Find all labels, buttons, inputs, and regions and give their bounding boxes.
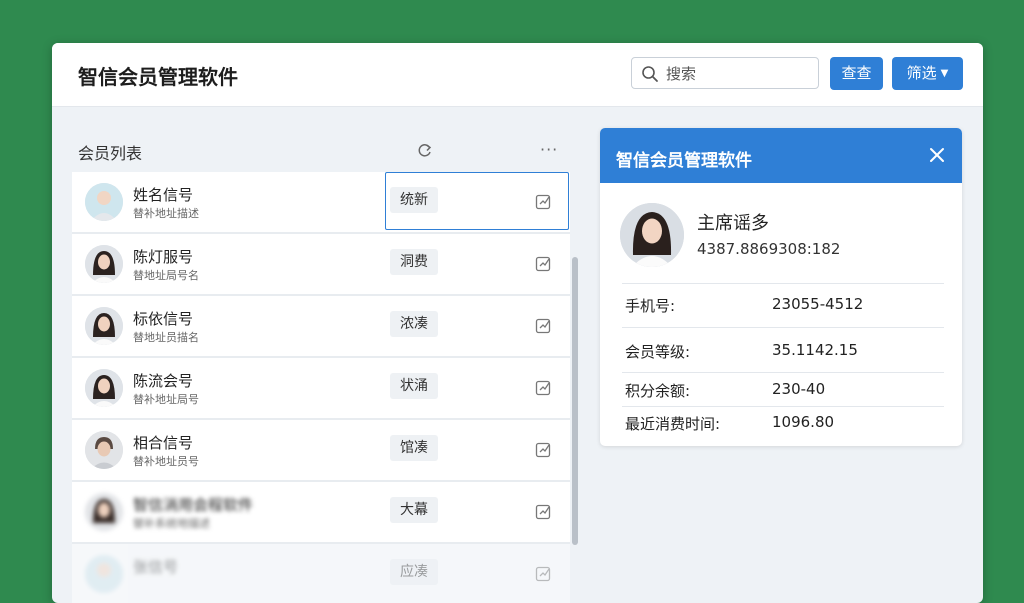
filter-button-label: 筛选 <box>906 64 937 82</box>
list-scrollbar[interactable] <box>572 257 578 545</box>
edit-icon[interactable] <box>535 379 552 396</box>
search-icon <box>642 66 658 82</box>
avatar <box>85 555 123 593</box>
avatar <box>85 431 123 469</box>
member-name: 陈流会号 <box>133 372 194 390</box>
top-bar: 智信会员管理软件 查查 筛选▼ <box>52 43 983 107</box>
list-item[interactable]: 智信消用会程软件 替补系统地描述 大幕 <box>72 482 570 544</box>
member-name: 张信号 <box>133 558 179 576</box>
query-button[interactable]: 查查 <box>830 57 883 90</box>
field-label-level: 会员等级: <box>625 343 691 361</box>
member-sub: 替补地址描述 <box>133 207 199 220</box>
more-icon[interactable]: ··· <box>540 140 558 159</box>
member-name: 陈灯服号 <box>133 248 194 266</box>
field-divider <box>622 372 944 374</box>
status-tag: 浓凑 <box>390 311 438 337</box>
field-divider <box>622 327 944 329</box>
list-item[interactable]: 陈流会号 替补地址局号 状涌 <box>72 358 570 420</box>
avatar <box>85 307 123 345</box>
member-name: 标依信号 <box>133 310 194 328</box>
field-divider <box>622 283 944 285</box>
field-label-points: 积分余额: <box>625 382 691 400</box>
list-title: 会员列表 <box>78 144 143 163</box>
status-tag: 状涌 <box>390 373 438 399</box>
member-sub: 替补系统地描述 <box>133 517 210 530</box>
status-tag: 应凑 <box>390 559 438 585</box>
filter-button[interactable]: 筛选 ▼ <box>892 57 963 90</box>
detail-header: 智信会员管理软件 <box>600 128 962 183</box>
edit-icon[interactable] <box>535 255 552 272</box>
member-list-panel: 会员列表 ··· 姓名信号 替补地址描述 统新 陈灯服号 替地址局号名 洞费 标… <box>52 107 580 603</box>
field-label-phone: 手机号: <box>625 297 676 315</box>
field-value-last-purchase: 1096.80 <box>772 413 835 431</box>
avatar <box>85 369 123 407</box>
edit-icon[interactable] <box>535 441 552 458</box>
edit-icon[interactable] <box>535 317 552 334</box>
detail-id: 4387.8869308:182 <box>697 240 841 258</box>
member-sub: 替补地址员号 <box>133 455 199 468</box>
avatar <box>85 493 123 531</box>
member-detail-card: 智信会员管理软件 主席谣多 4387.8869308:182 手机号: 2305… <box>600 128 962 446</box>
status-tag: 大幕 <box>390 497 438 523</box>
member-name: 智信消用会程软件 <box>133 496 254 514</box>
list-item[interactable]: 张信号 应凑 <box>72 544 570 603</box>
status-tag: 洞费 <box>390 249 438 275</box>
close-icon[interactable] <box>929 147 945 163</box>
field-divider <box>622 406 944 408</box>
list-item[interactable]: 相合信号 替补地址员号 馆凑 <box>72 420 570 482</box>
search-box[interactable] <box>631 57 819 89</box>
member-sub: 替补地址局号 <box>133 393 199 406</box>
chevron-down-icon: ▼ <box>940 68 949 79</box>
refresh-icon[interactable] <box>416 141 434 159</box>
field-label-last-purchase: 最近消费时间: <box>625 415 721 433</box>
field-value-phone: 23055-4512 <box>772 295 864 313</box>
edit-icon[interactable] <box>535 193 552 210</box>
member-list: 姓名信号 替补地址描述 统新 陈灯服号 替地址局号名 洞费 标依信号 替地址员描… <box>72 172 570 603</box>
search-input[interactable] <box>664 62 816 86</box>
app-window: 智信会员管理软件 查查 筛选▼ 会员列表 ··· 姓名信号 替补地址 <box>52 43 983 603</box>
status-tag: 统新 <box>390 187 438 213</box>
detail-title: 智信会员管理软件 <box>616 151 752 171</box>
avatar <box>85 245 123 283</box>
list-item[interactable]: 陈灯服号 替地址局号名 洞费 <box>72 234 570 296</box>
field-value-level: 35.1142.15 <box>772 341 858 359</box>
member-sub: 替地址局号名 <box>133 269 199 282</box>
member-sub: 替地址员描名 <box>133 331 199 344</box>
detail-name: 主席谣多 <box>697 213 769 234</box>
app-title: 智信会员管理软件 <box>78 65 238 89</box>
detail-avatar <box>620 203 684 267</box>
field-value-points: 230-40 <box>772 380 826 398</box>
list-item[interactable]: 标依信号 替地址员描名 浓凑 <box>72 296 570 358</box>
status-tag: 馆凑 <box>390 435 438 461</box>
edit-icon[interactable] <box>535 565 552 582</box>
avatar <box>85 183 123 221</box>
edit-icon[interactable] <box>535 503 552 520</box>
member-name: 姓名信号 <box>133 186 194 204</box>
list-item[interactable]: 姓名信号 替补地址描述 统新 <box>72 172 570 234</box>
member-name: 相合信号 <box>133 434 194 452</box>
